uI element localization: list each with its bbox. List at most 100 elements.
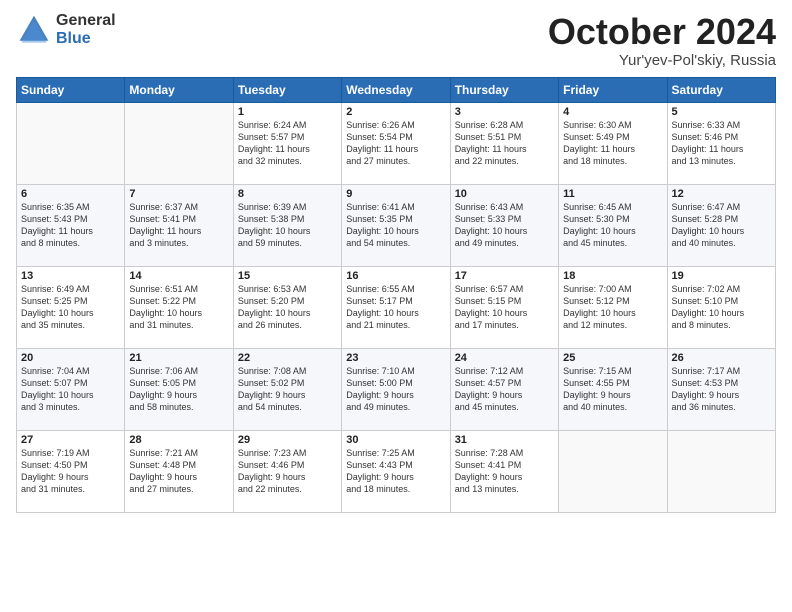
day-number: 30 xyxy=(346,434,445,446)
day-detail: Sunrise: 7:15 AM Sunset: 4:55 PM Dayligh… xyxy=(563,365,662,414)
day-number: 21 xyxy=(129,352,228,364)
col-tuesday: Tuesday xyxy=(233,77,341,102)
logo-general-text: General xyxy=(56,12,116,30)
day-detail: Sunrise: 6:28 AM Sunset: 5:51 PM Dayligh… xyxy=(455,119,554,168)
header-row: Sunday Monday Tuesday Wednesday Thursday… xyxy=(17,77,776,102)
day-cell: 8Sunrise: 6:39 AM Sunset: 5:38 PM Daylig… xyxy=(233,184,341,266)
day-detail: Sunrise: 7:28 AM Sunset: 4:41 PM Dayligh… xyxy=(455,447,554,496)
day-detail: Sunrise: 7:17 AM Sunset: 4:53 PM Dayligh… xyxy=(672,365,771,414)
day-detail: Sunrise: 6:24 AM Sunset: 5:57 PM Dayligh… xyxy=(238,119,337,168)
day-cell: 16Sunrise: 6:55 AM Sunset: 5:17 PM Dayli… xyxy=(342,266,450,348)
day-cell xyxy=(125,102,233,184)
day-detail: Sunrise: 6:33 AM Sunset: 5:46 PM Dayligh… xyxy=(672,119,771,168)
day-cell: 27Sunrise: 7:19 AM Sunset: 4:50 PM Dayli… xyxy=(17,430,125,512)
day-detail: Sunrise: 6:53 AM Sunset: 5:20 PM Dayligh… xyxy=(238,283,337,332)
day-cell: 9Sunrise: 6:41 AM Sunset: 5:35 PM Daylig… xyxy=(342,184,450,266)
day-cell: 17Sunrise: 6:57 AM Sunset: 5:15 PM Dayli… xyxy=(450,266,558,348)
day-cell: 13Sunrise: 6:49 AM Sunset: 5:25 PM Dayli… xyxy=(17,266,125,348)
day-number: 11 xyxy=(563,188,662,200)
day-number: 19 xyxy=(672,270,771,282)
calendar-table: Sunday Monday Tuesday Wednesday Thursday… xyxy=(16,77,776,513)
day-cell: 1Sunrise: 6:24 AM Sunset: 5:57 PM Daylig… xyxy=(233,102,341,184)
day-detail: Sunrise: 7:04 AM Sunset: 5:07 PM Dayligh… xyxy=(21,365,120,414)
day-cell: 14Sunrise: 6:51 AM Sunset: 5:22 PM Dayli… xyxy=(125,266,233,348)
col-thursday: Thursday xyxy=(450,77,558,102)
day-detail: Sunrise: 6:39 AM Sunset: 5:38 PM Dayligh… xyxy=(238,201,337,250)
day-cell: 19Sunrise: 7:02 AM Sunset: 5:10 PM Dayli… xyxy=(667,266,775,348)
day-number: 2 xyxy=(346,106,445,118)
day-number: 10 xyxy=(455,188,554,200)
day-detail: Sunrise: 7:08 AM Sunset: 5:02 PM Dayligh… xyxy=(238,365,337,414)
day-detail: Sunrise: 6:41 AM Sunset: 5:35 PM Dayligh… xyxy=(346,201,445,250)
day-cell xyxy=(667,430,775,512)
title-block: October 2024 Yur'yev-Pol'skiy, Russia xyxy=(548,12,776,69)
calendar-title: October 2024 xyxy=(548,12,776,52)
day-number: 8 xyxy=(238,188,337,200)
day-detail: Sunrise: 6:35 AM Sunset: 5:43 PM Dayligh… xyxy=(21,201,120,250)
week-row-2: 13Sunrise: 6:49 AM Sunset: 5:25 PM Dayli… xyxy=(17,266,776,348)
day-detail: Sunrise: 6:57 AM Sunset: 5:15 PM Dayligh… xyxy=(455,283,554,332)
day-detail: Sunrise: 6:45 AM Sunset: 5:30 PM Dayligh… xyxy=(563,201,662,250)
day-cell: 25Sunrise: 7:15 AM Sunset: 4:55 PM Dayli… xyxy=(559,348,667,430)
day-number: 23 xyxy=(346,352,445,364)
day-detail: Sunrise: 6:55 AM Sunset: 5:17 PM Dayligh… xyxy=(346,283,445,332)
day-detail: Sunrise: 6:37 AM Sunset: 5:41 PM Dayligh… xyxy=(129,201,228,250)
day-number: 12 xyxy=(672,188,771,200)
day-cell: 3Sunrise: 6:28 AM Sunset: 5:51 PM Daylig… xyxy=(450,102,558,184)
week-row-1: 6Sunrise: 6:35 AM Sunset: 5:43 PM Daylig… xyxy=(17,184,776,266)
day-cell: 22Sunrise: 7:08 AM Sunset: 5:02 PM Dayli… xyxy=(233,348,341,430)
calendar-subtitle: Yur'yev-Pol'skiy, Russia xyxy=(548,52,776,69)
day-detail: Sunrise: 7:23 AM Sunset: 4:46 PM Dayligh… xyxy=(238,447,337,496)
day-cell: 21Sunrise: 7:06 AM Sunset: 5:05 PM Dayli… xyxy=(125,348,233,430)
col-sunday: Sunday xyxy=(17,77,125,102)
day-number: 1 xyxy=(238,106,337,118)
day-number: 6 xyxy=(21,188,120,200)
day-cell: 10Sunrise: 6:43 AM Sunset: 5:33 PM Dayli… xyxy=(450,184,558,266)
logo-text: General Blue xyxy=(56,12,116,47)
day-number: 4 xyxy=(563,106,662,118)
day-number: 15 xyxy=(238,270,337,282)
logo-icon xyxy=(16,12,52,48)
day-number: 18 xyxy=(563,270,662,282)
day-detail: Sunrise: 6:49 AM Sunset: 5:25 PM Dayligh… xyxy=(21,283,120,332)
day-cell: 31Sunrise: 7:28 AM Sunset: 4:41 PM Dayli… xyxy=(450,430,558,512)
day-detail: Sunrise: 7:12 AM Sunset: 4:57 PM Dayligh… xyxy=(455,365,554,414)
day-number: 7 xyxy=(129,188,228,200)
header: General Blue October 2024 Yur'yev-Pol'sk… xyxy=(16,12,776,69)
day-number: 16 xyxy=(346,270,445,282)
day-detail: Sunrise: 7:06 AM Sunset: 5:05 PM Dayligh… xyxy=(129,365,228,414)
day-cell: 6Sunrise: 6:35 AM Sunset: 5:43 PM Daylig… xyxy=(17,184,125,266)
day-detail: Sunrise: 7:02 AM Sunset: 5:10 PM Dayligh… xyxy=(672,283,771,332)
day-number: 22 xyxy=(238,352,337,364)
day-number: 31 xyxy=(455,434,554,446)
day-cell: 18Sunrise: 7:00 AM Sunset: 5:12 PM Dayli… xyxy=(559,266,667,348)
day-number: 9 xyxy=(346,188,445,200)
day-cell: 2Sunrise: 6:26 AM Sunset: 5:54 PM Daylig… xyxy=(342,102,450,184)
day-detail: Sunrise: 6:51 AM Sunset: 5:22 PM Dayligh… xyxy=(129,283,228,332)
day-cell: 29Sunrise: 7:23 AM Sunset: 4:46 PM Dayli… xyxy=(233,430,341,512)
day-number: 27 xyxy=(21,434,120,446)
day-number: 24 xyxy=(455,352,554,364)
day-detail: Sunrise: 7:10 AM Sunset: 5:00 PM Dayligh… xyxy=(346,365,445,414)
day-number: 25 xyxy=(563,352,662,364)
day-number: 5 xyxy=(672,106,771,118)
logo-blue-text: Blue xyxy=(56,30,116,48)
day-cell: 26Sunrise: 7:17 AM Sunset: 4:53 PM Dayli… xyxy=(667,348,775,430)
day-number: 13 xyxy=(21,270,120,282)
day-detail: Sunrise: 7:19 AM Sunset: 4:50 PM Dayligh… xyxy=(21,447,120,496)
day-cell: 30Sunrise: 7:25 AM Sunset: 4:43 PM Dayli… xyxy=(342,430,450,512)
day-number: 26 xyxy=(672,352,771,364)
day-number: 20 xyxy=(21,352,120,364)
day-detail: Sunrise: 6:30 AM Sunset: 5:49 PM Dayligh… xyxy=(563,119,662,168)
day-cell: 23Sunrise: 7:10 AM Sunset: 5:00 PM Dayli… xyxy=(342,348,450,430)
day-detail: Sunrise: 7:00 AM Sunset: 5:12 PM Dayligh… xyxy=(563,283,662,332)
col-monday: Monday xyxy=(125,77,233,102)
day-number: 29 xyxy=(238,434,337,446)
day-number: 3 xyxy=(455,106,554,118)
day-cell: 11Sunrise: 6:45 AM Sunset: 5:30 PM Dayli… xyxy=(559,184,667,266)
day-cell: 7Sunrise: 6:37 AM Sunset: 5:41 PM Daylig… xyxy=(125,184,233,266)
day-number: 17 xyxy=(455,270,554,282)
day-cell: 5Sunrise: 6:33 AM Sunset: 5:46 PM Daylig… xyxy=(667,102,775,184)
day-cell: 12Sunrise: 6:47 AM Sunset: 5:28 PM Dayli… xyxy=(667,184,775,266)
day-detail: Sunrise: 6:26 AM Sunset: 5:54 PM Dayligh… xyxy=(346,119,445,168)
